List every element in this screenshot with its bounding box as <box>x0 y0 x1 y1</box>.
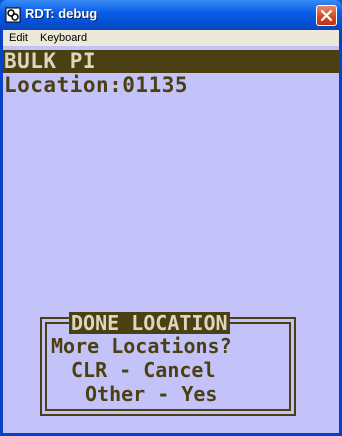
window-title: RDT: debug <box>25 6 98 21</box>
close-button[interactable] <box>316 5 337 26</box>
menu-keyboard[interactable]: Keyboard <box>36 31 91 45</box>
screen-header: BULK PI <box>4 49 97 73</box>
title-bar[interactable]: RDT: debug <box>0 0 342 30</box>
dialog-title: DONE LOCATION <box>69 311 230 335</box>
done-location-dialog: DONE LOCATION More Locations? CLR - Canc… <box>40 312 296 416</box>
dialog-line-more-locations: More Locations? <box>51 334 232 358</box>
menu-edit[interactable]: Edit <box>5 31 32 45</box>
location-line: Location:01135 <box>4 73 189 97</box>
terminal-screen[interactable]: BULK PI Location:01135 DONE LOCATION Mor… <box>3 46 339 433</box>
dialog-line-yes: Other - Yes <box>85 382 218 406</box>
window-frame: Edit Keyboard BULK PI Location:01135 DON… <box>0 30 342 436</box>
close-icon <box>320 9 333 22</box>
app-window: RDT: debug Edit Keyboard BULK PI Locatio… <box>0 0 342 436</box>
dialog-line-cancel: CLR - Cancel <box>71 358 216 382</box>
menu-bar: Edit Keyboard <box>3 30 339 46</box>
app-icon <box>5 7 21 23</box>
